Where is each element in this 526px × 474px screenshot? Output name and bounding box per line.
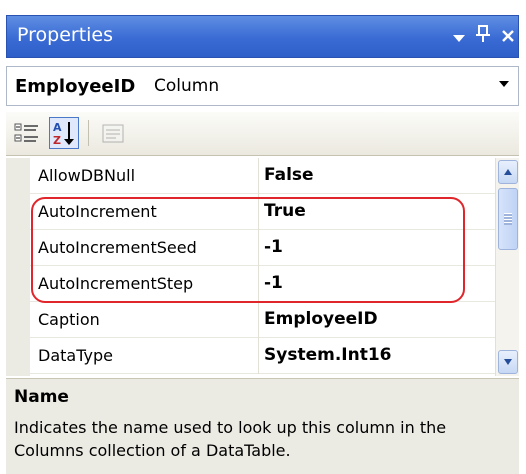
property-value[interactable]: True — [264, 201, 306, 221]
alphabetical-icon[interactable]: A Z — [49, 117, 79, 149]
scroll-down-arrow — [504, 359, 512, 365]
property-row-datatype[interactable]: DataType System.Int16 — [30, 338, 495, 374]
categorized-icon[interactable] — [12, 117, 42, 149]
property-value[interactable]: EmployeeID — [264, 309, 378, 329]
categorized-icon-svg — [14, 123, 38, 142]
property-pages-icon[interactable] — [98, 117, 128, 149]
column-divider — [258, 230, 259, 266]
property-value[interactable]: -1 — [264, 273, 283, 293]
property-row-allowdbnull[interactable]: AllowDBNull False — [30, 158, 495, 194]
property-value[interactable]: -1 — [264, 237, 283, 257]
property-name: AutoIncrementStep — [38, 274, 194, 293]
chevron-down-icon[interactable] — [498, 76, 510, 92]
property-pages-icon-svg — [102, 124, 124, 143]
object-selector[interactable]: EmployeeID Column — [6, 66, 519, 106]
toolbar-separator — [88, 120, 89, 146]
property-row-autoincrementseed[interactable]: AutoIncrementSeed -1 — [30, 230, 495, 266]
column-divider — [258, 158, 259, 194]
chevron-down-icon-svg — [499, 81, 509, 87]
property-row-caption[interactable]: Caption EmployeeID — [30, 302, 495, 338]
object-name: EmployeeID — [15, 76, 136, 97]
column-divider — [258, 338, 259, 374]
scroll-down-icon[interactable] — [498, 350, 518, 374]
window-title: Properties — [17, 24, 114, 46]
toolbar: A Z — [6, 112, 519, 156]
column-divider — [258, 302, 259, 338]
object-type: Column — [154, 76, 220, 96]
property-name: Caption — [38, 310, 100, 329]
property-name: DataType — [38, 346, 113, 365]
scrollbar-thumb[interactable] — [498, 188, 518, 250]
triangle-down-icon[interactable] — [446, 21, 472, 51]
close-icon-svg — [502, 30, 514, 42]
column-divider — [258, 266, 259, 302]
property-row-autoincrement[interactable]: AutoIncrement True — [30, 194, 495, 230]
properties-window: Properties EmployeeID Column A Z AllowDB… — [0, 0, 526, 474]
title-bar: Properties — [6, 15, 519, 58]
alphabetical-icon-svg: A Z — [53, 121, 74, 147]
column-divider — [258, 194, 259, 230]
description-title: Name — [14, 387, 69, 407]
property-name: AutoIncrement — [38, 202, 157, 221]
triangle-down-icon-svg — [453, 35, 465, 42]
scroll-up-arrow — [504, 169, 512, 175]
pin-icon-svg — [476, 25, 490, 42]
property-value[interactable]: False — [264, 165, 314, 185]
pin-icon[interactable] — [470, 21, 496, 51]
grid-margin — [6, 158, 30, 376]
grip-icon — [504, 213, 512, 225]
vertical-scrollbar[interactable] — [495, 158, 519, 376]
svg-text:A: A — [53, 121, 62, 134]
property-name: AutoIncrementSeed — [38, 238, 197, 257]
property-name: AllowDBNull — [38, 166, 136, 185]
scroll-up-icon[interactable] — [498, 160, 518, 184]
property-value[interactable]: System.Int16 — [264, 345, 391, 365]
description-text: Indicates the name used to look up this … — [14, 418, 447, 460]
svg-text:Z: Z — [53, 134, 61, 147]
description-pane: Name Indicates the name used to look up … — [6, 378, 519, 474]
close-icon[interactable] — [495, 21, 521, 51]
property-row-autoincrementstep[interactable]: AutoIncrementStep -1 — [30, 266, 495, 302]
property-grid: AllowDBNull False AutoIncrement True Aut… — [6, 158, 519, 376]
